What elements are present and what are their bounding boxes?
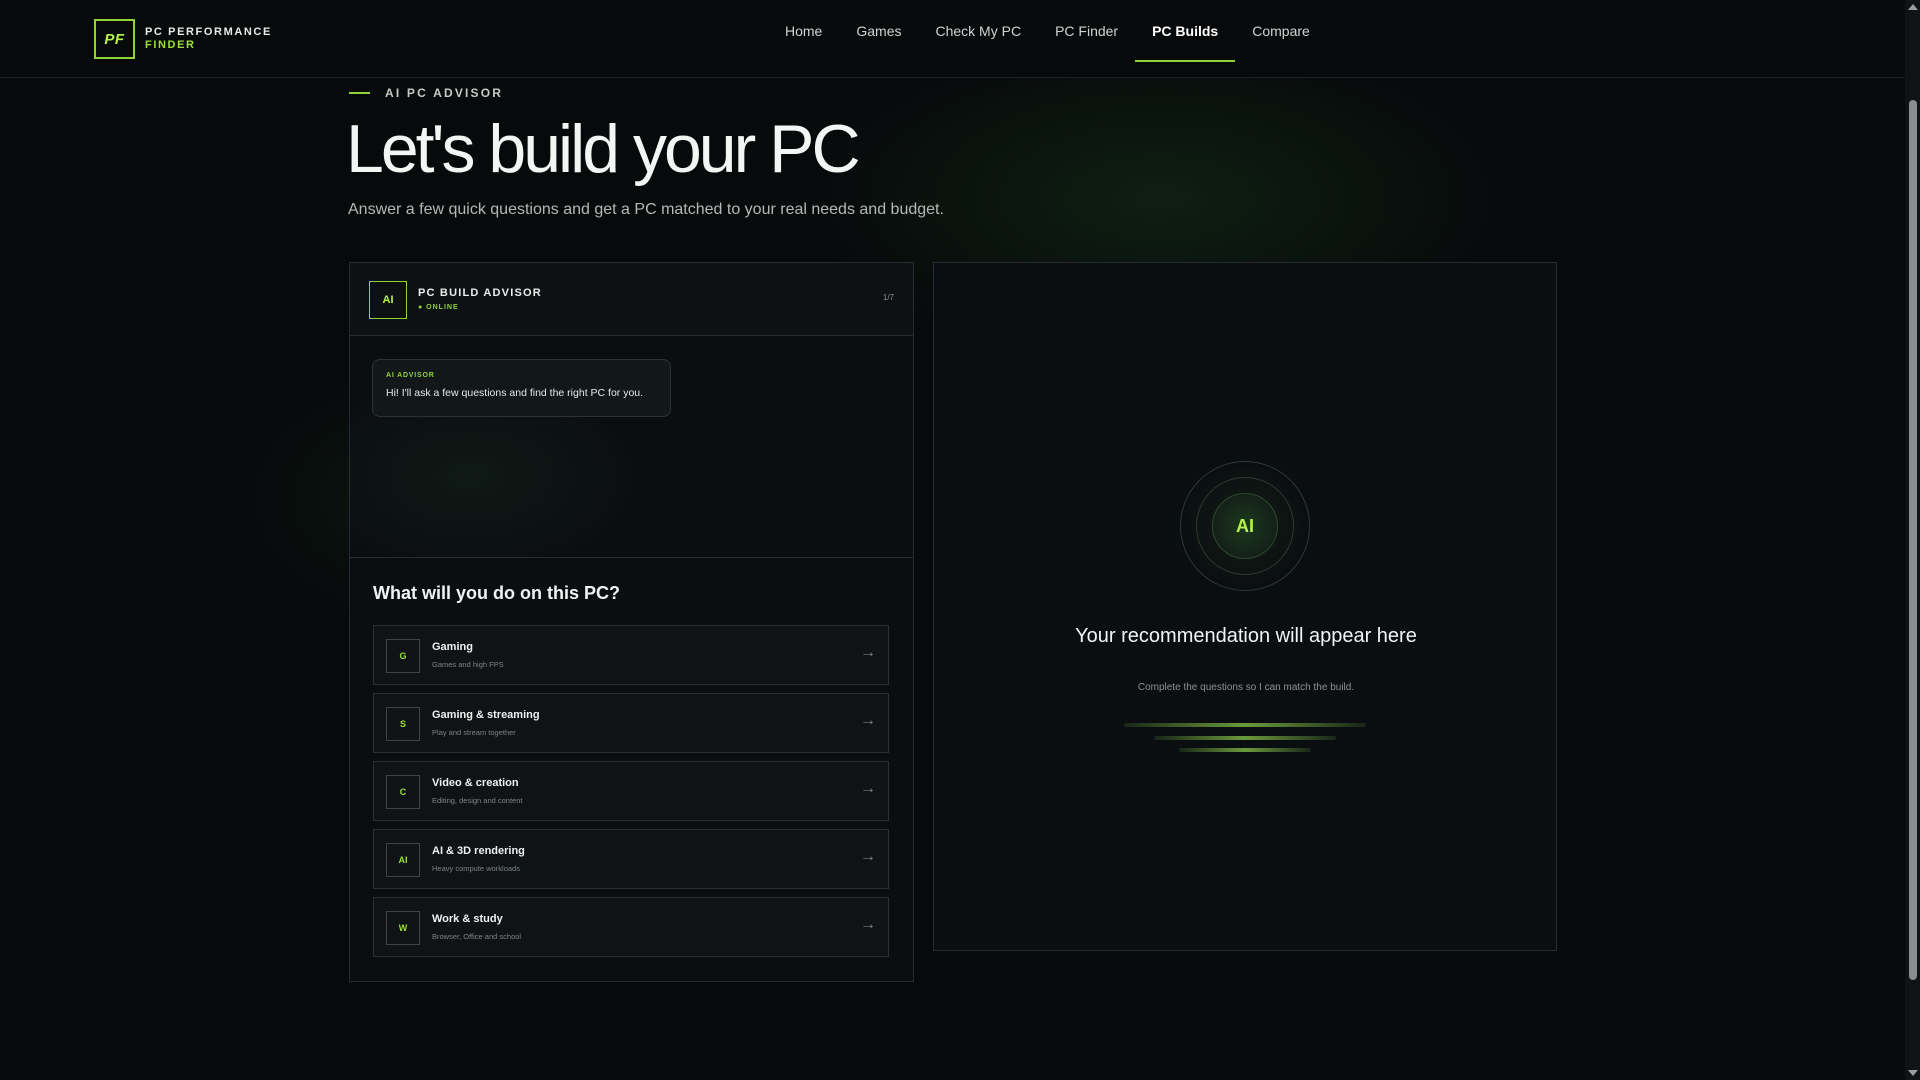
logo-mark: PF: [94, 19, 135, 59]
page-title: Let's build your PC: [346, 111, 861, 187]
option-work-study[interactable]: W Work & study Browser, Office and schoo…: [373, 897, 889, 957]
top-navigation-bar: PF PC PERFORMANCE FINDER Home Games Chec…: [0, 0, 1905, 78]
status-badge: ● ONLINE: [418, 304, 459, 311]
recommendation-subtitle: Complete the questions so I can match th…: [1137, 682, 1355, 693]
option-title: Video & creation: [432, 777, 519, 789]
arrow-right-icon: →: [860, 916, 876, 933]
scroll-up-icon[interactable]: [1908, 4, 1918, 10]
scroll-thumb[interactable]: [1909, 100, 1917, 980]
advisor-title: PC BUILD ADVISOR: [418, 287, 542, 299]
option-ai-3d-rendering[interactable]: AI AI & 3D rendering Heavy compute workl…: [373, 829, 889, 889]
option-gaming[interactable]: G Gaming Games and high FPS →: [373, 625, 889, 685]
advisor-header: AI PC BUILD ADVISOR ● ONLINE 1/7: [350, 263, 913, 336]
page-subtitle: Answer a few quick questions and get a P…: [348, 201, 944, 218]
page-scrollbar[interactable]: [1905, 0, 1920, 1080]
gaming-icon: G: [386, 639, 420, 673]
creation-icon: C: [386, 775, 420, 809]
option-description: Play and stream together: [432, 728, 516, 737]
nav-item-pc-builds[interactable]: PC Builds: [1135, 0, 1236, 62]
scroll-down-icon[interactable]: [1908, 1070, 1918, 1076]
step-counter: 1/7: [882, 293, 894, 302]
option-description: Heavy compute workloads: [432, 864, 520, 873]
brand-name: PC PERFORMANCE FINDER: [145, 26, 272, 52]
option-title: Work & study: [432, 913, 503, 925]
hero-eyebrow: AI PC ADVISOR: [349, 86, 503, 100]
arrow-right-icon: →: [860, 848, 876, 865]
option-list: G Gaming Games and high FPS → S Gaming &…: [373, 625, 889, 965]
nav-item-check-my-pc[interactable]: Check My PC: [918, 0, 1038, 62]
placeholder-bar-2: [1154, 736, 1336, 740]
arrow-right-icon: →: [860, 644, 876, 661]
streaming-icon: S: [386, 707, 420, 741]
eyebrow-text: AI PC ADVISOR: [385, 86, 504, 100]
brand-name-line1: PC PERFORMANCE: [145, 26, 272, 38]
ai-ring-outer: AI: [1180, 461, 1310, 591]
question-title: What will you do on this PC?: [373, 583, 620, 603]
option-gaming-streaming[interactable]: S Gaming & streaming Play and stream tog…: [373, 693, 889, 753]
option-video-creation[interactable]: C Video & creation Editing, design and c…: [373, 761, 889, 821]
nav-item-pc-finder[interactable]: PC Finder: [1038, 0, 1135, 62]
option-title: Gaming & streaming: [432, 709, 540, 721]
nav-item-compare[interactable]: Compare: [1235, 0, 1327, 62]
option-title: AI & 3D rendering: [432, 845, 525, 857]
eyebrow-dash: [349, 92, 370, 94]
chat-bubble: AI ADVISOR Hi! I'll ask a few questions …: [372, 359, 671, 417]
work-icon: W: [386, 911, 420, 945]
ai-rendering-icon: AI: [386, 843, 420, 877]
nav-item-home[interactable]: Home: [768, 0, 839, 62]
ai-badge-icon: AI: [369, 281, 407, 319]
option-title: Gaming: [432, 641, 473, 653]
ai-core-icon: AI: [1212, 493, 1278, 559]
recommendation-panel: AI Your recommendation will appear here …: [933, 262, 1557, 951]
option-description: Browser, Office and school: [432, 932, 522, 941]
main-nav: Home Games Check My PC PC Finder PC Buil…: [768, 0, 1327, 78]
brand-name-line2: FINDER: [145, 39, 196, 51]
recommendation-title: Your recommendation will appear here: [1075, 625, 1417, 647]
arrow-right-icon: →: [860, 780, 876, 797]
nav-item-games[interactable]: Games: [839, 0, 918, 62]
advisor-card: AI PC BUILD ADVISOR ● ONLINE 1/7 AI ADVI…: [349, 262, 914, 982]
arrow-right-icon: →: [860, 712, 876, 729]
chat-bubble-label: AI ADVISOR: [386, 372, 435, 379]
placeholder-bar-1: [1124, 723, 1366, 727]
brand-logo[interactable]: PF PC PERFORMANCE FINDER: [94, 19, 272, 59]
placeholder-bar-3: [1179, 748, 1311, 752]
chat-area: AI ADVISOR Hi! I'll ask a few questions …: [350, 336, 913, 558]
chat-bubble-text: Hi! I'll ask a few questions and find th…: [386, 387, 644, 399]
option-description: Editing, design and content: [432, 796, 523, 805]
option-description: Games and high FPS: [432, 660, 504, 669]
